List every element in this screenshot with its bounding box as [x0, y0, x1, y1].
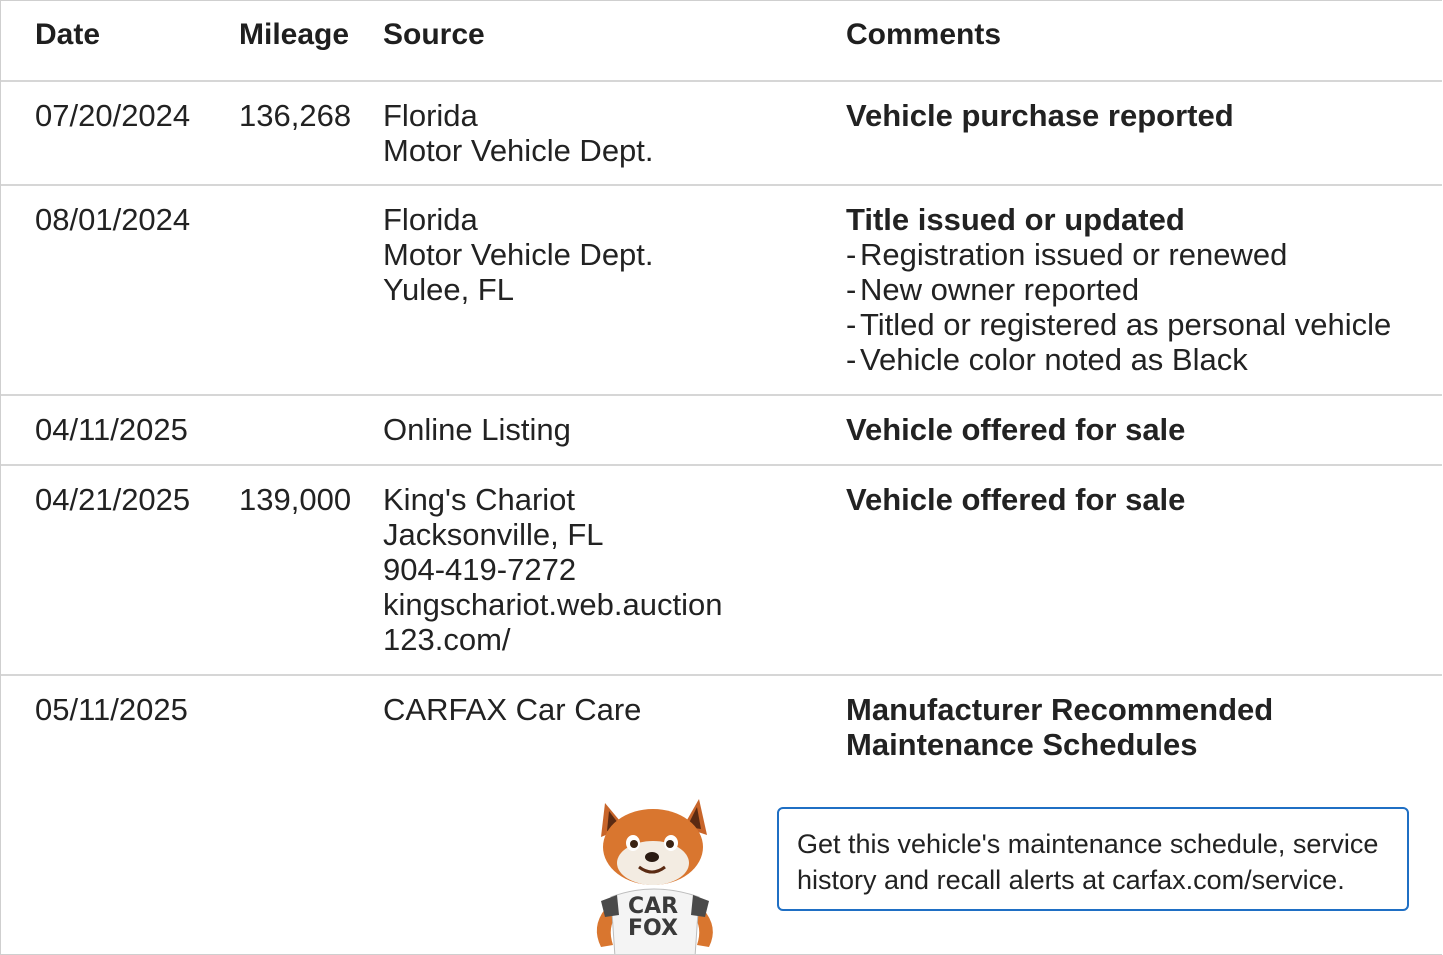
source-line: CARFAX Car Care: [383, 692, 642, 727]
source-line: Online Listing: [383, 412, 571, 447]
row-comments: Title issued or updated Registration iss…: [846, 202, 1391, 377]
row-date: 04/21/2025: [35, 482, 191, 517]
row-comments: Vehicle offered for sale: [846, 482, 1185, 517]
source-line: Motor Vehicle Dept.: [383, 133, 654, 168]
header-date: Date: [35, 18, 101, 51]
row-source: Florida Motor Vehicle Dept. Yulee, FL: [383, 202, 654, 307]
row-source: Florida Motor Vehicle Dept.: [383, 98, 654, 168]
promo-text: Get this vehicle's maintenance schedule,…: [797, 829, 1379, 859]
table-row: 08/01/2024 Florida Motor Vehicle Dept. Y…: [1, 186, 1442, 396]
comment-item: New owner reported: [846, 272, 1391, 307]
row-comments: Vehicle purchase reported: [846, 98, 1234, 133]
row-source: King's Chariot Jacksonville, FL 904-419-…: [383, 482, 722, 657]
row-mileage: 136,268: [239, 98, 352, 133]
row-date: 07/20/2024: [35, 98, 191, 133]
comment-title: Vehicle offered for sale: [846, 482, 1186, 517]
row-date: 04/11/2025: [35, 412, 188, 447]
source-line: King's Chariot: [383, 482, 576, 517]
row-source: Online Listing: [383, 412, 571, 447]
comment-title: Vehicle purchase reported: [846, 98, 1234, 133]
comment-item: Titled or registered as personal vehicle: [846, 307, 1391, 342]
comment-item: Vehicle color noted as Black: [846, 342, 1391, 377]
header-mileage: Mileage: [239, 18, 350, 51]
source-link[interactable]: kingschariot.web.auction: [383, 587, 722, 622]
promo-text: history and recall alerts at carfax.com/…: [797, 865, 1345, 895]
source-line: Yulee, FL: [383, 272, 514, 307]
row-source: CARFAX Car Care: [383, 692, 641, 727]
row-comments: Manufacturer Recommended Maintenance Sch…: [846, 692, 1273, 762]
table-header-row: Date Mileage Source Comments: [1, 1, 1442, 82]
row-comments: Vehicle offered for sale: [846, 412, 1185, 447]
source-link[interactable]: 123.com/: [383, 622, 722, 657]
source-line: Motor Vehicle Dept.: [383, 237, 654, 272]
comment-item: Registration issued or renewed: [846, 237, 1391, 272]
comment-title: Vehicle offered for sale: [846, 412, 1186, 447]
vehicle-history-table: Date Mileage Source Comments 07/20/2024 …: [0, 0, 1442, 955]
comment-title: Title issued or updated: [846, 202, 1185, 237]
source-line: Florida: [383, 202, 478, 237]
header-source: Source: [383, 18, 485, 51]
row-mileage: 139,000: [239, 482, 352, 517]
table-row: 04/21/2025 139,000 King's Chariot Jackso…: [1, 466, 1442, 676]
row-date: 05/11/2025: [35, 692, 188, 727]
source-line: Florida: [383, 98, 478, 133]
row-date: 08/01/2024: [35, 202, 191, 237]
table-row: 04/11/2025 Online Listing Vehicle offere…: [1, 396, 1442, 466]
comment-title: Manufacturer Recommended: [846, 692, 1274, 727]
mascot-shirt-text: FOX: [628, 916, 678, 941]
source-line: 904-419-7272: [383, 552, 577, 587]
table-row: 07/20/2024 136,268 Florida Motor Vehicle…: [1, 82, 1442, 186]
service-promo-box[interactable]: Get this vehicle's maintenance schedule,…: [777, 807, 1409, 911]
comment-title: Maintenance Schedules: [846, 727, 1198, 762]
carfox-mascot-icon: CAR FOX: [596, 799, 713, 954]
header-comments: Comments: [846, 18, 1002, 51]
source-line: Jacksonville, FL: [383, 517, 604, 552]
